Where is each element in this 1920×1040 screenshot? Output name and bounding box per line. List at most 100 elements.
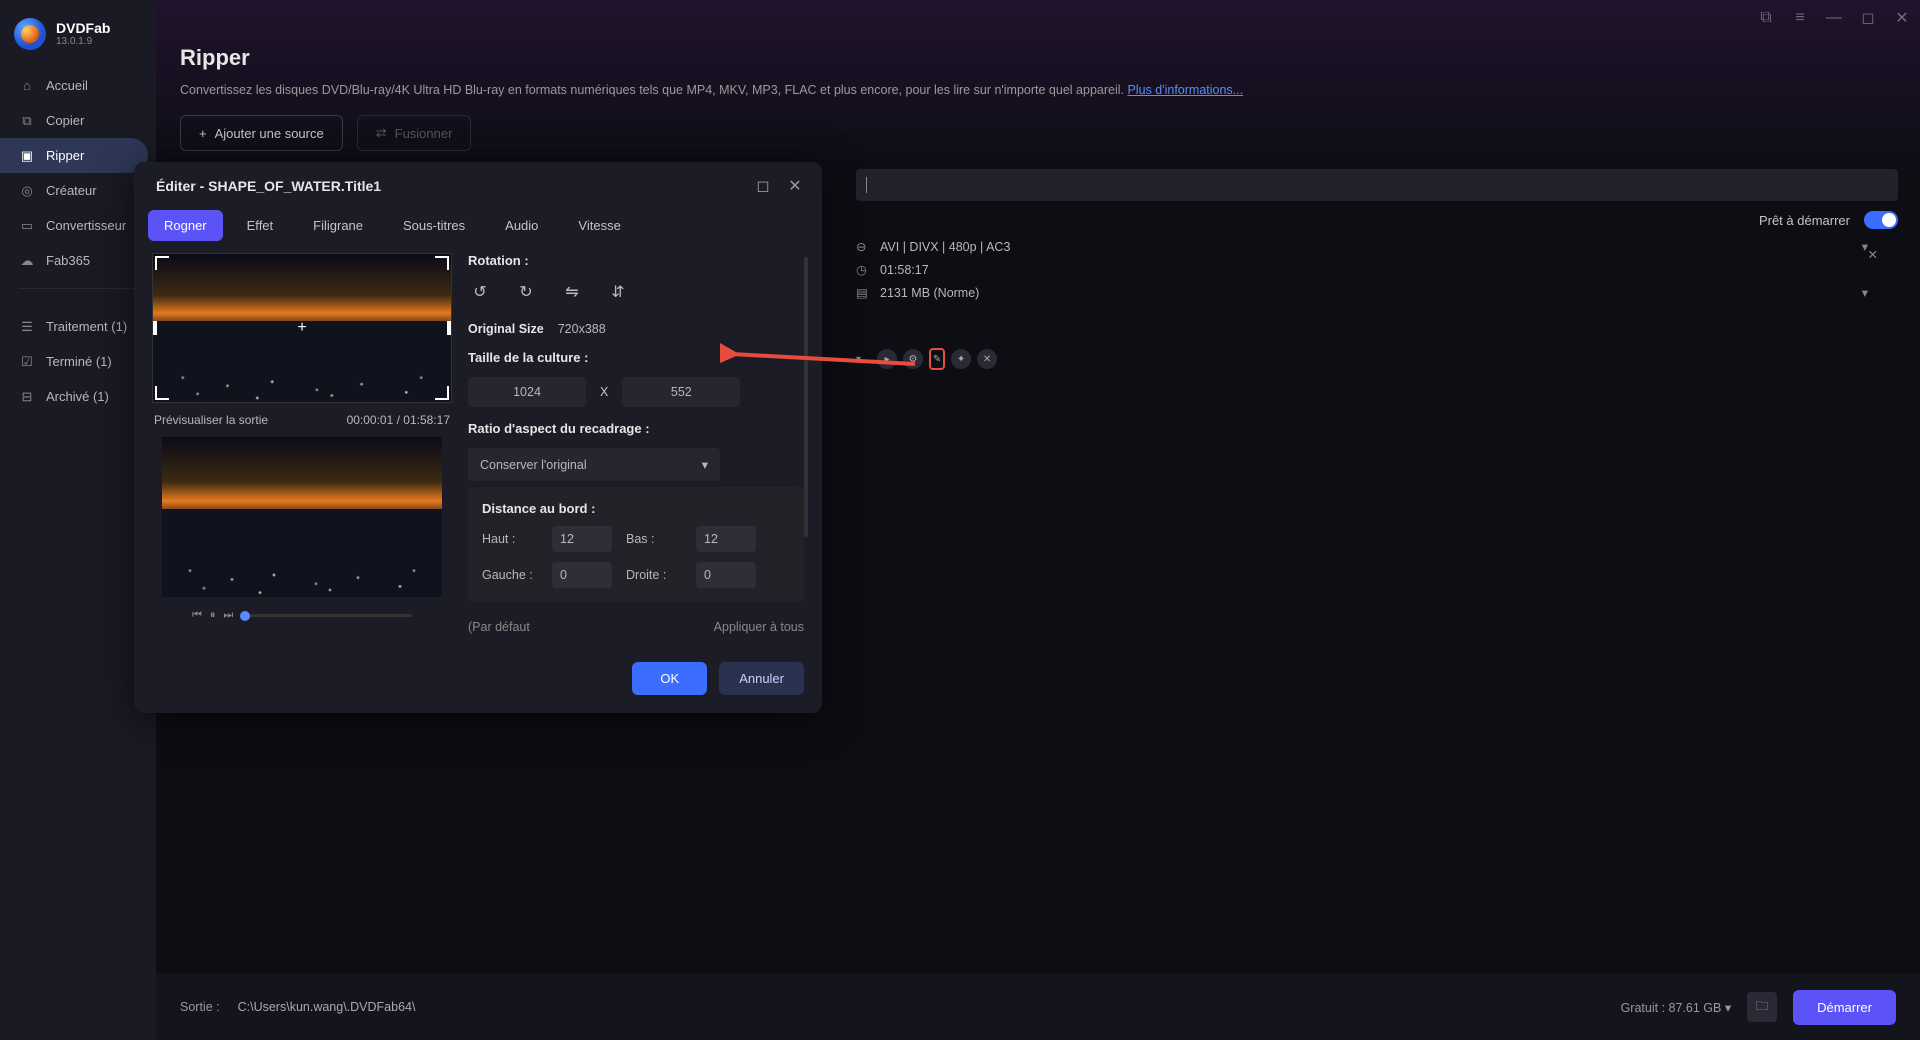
tab-audio[interactable]: Audio (489, 210, 554, 241)
tab-soustitres[interactable]: Sous-titres (387, 210, 481, 241)
remove-button[interactable]: ✕ (977, 349, 997, 369)
chevron-down-icon[interactable]: ▾ (856, 354, 861, 365)
chevron-down-icon: ▾ (1862, 285, 1868, 300)
edge-left-input[interactable] (552, 562, 612, 588)
aspect-ratio-select[interactable]: Conserver l'original▾ (468, 448, 720, 481)
tab-filigrane[interactable]: Filigrane (297, 210, 379, 241)
edge-distance-box: Distance au bord : Haut : Bas : Gauche :… (468, 487, 804, 602)
merge-button[interactable]: ⇄Fusionner (357, 115, 472, 151)
tab-vitesse[interactable]: Vitesse (562, 210, 636, 241)
sidebar-item-archive[interactable]: ⊟Archivé (1) (0, 379, 148, 414)
default-button[interactable]: (Par défaut (468, 620, 530, 634)
list-icon: ☰ (20, 320, 34, 334)
rotate-left-icon[interactable]: ↺ (468, 280, 492, 304)
sidebar-item-label: Fab365 (46, 253, 90, 268)
aspect-ratio-label: Ratio d'aspect du recadrage : (468, 421, 804, 436)
scrollbar[interactable] (804, 257, 808, 537)
sidebar-item-label: Archivé (1) (46, 389, 109, 404)
rotation-label: Rotation : (468, 253, 804, 268)
preview-label: Prévisualiser la sortie (154, 413, 268, 427)
sidebar-item-copier[interactable]: ⧉ Copier (0, 103, 148, 138)
flip-vertical-icon[interactable]: ⇵ (606, 280, 630, 304)
page-header: Ripper Convertissez les disques DVD/Blu-… (156, 0, 1920, 169)
edge-left-label: Gauche : (482, 568, 538, 582)
sidebar: DVDFab 13.0.1.9 ⌂Accueil ⧉Copier ▣Ripper… (0, 0, 156, 1040)
crop-size-label: Taille de la culture : (468, 350, 804, 365)
crop-width-input[interactable] (468, 377, 586, 407)
sidebar-item-label: Ripper (46, 148, 84, 163)
pause-button[interactable]: ⏸ (210, 609, 216, 622)
disk-icon: ▤ (856, 285, 870, 300)
merge-icon: ⇄ (376, 125, 387, 141)
sidebar-item-ripper[interactable]: ▣ Ripper (0, 138, 148, 173)
original-size-value: 720x388 (558, 322, 606, 336)
size-line[interactable]: ▤2131 MB (Norme)▾ (856, 285, 1898, 300)
ripper-icon: ▣ (20, 149, 34, 163)
cloud-icon: ☁ (20, 254, 34, 268)
original-size-label: Original Size (468, 322, 544, 336)
ok-button[interactable]: OK (632, 662, 707, 695)
prev-frame-button[interactable]: ⏮ (192, 609, 202, 622)
output-label: Sortie : (180, 1000, 220, 1014)
edge-distance-label: Distance au bord : (482, 501, 790, 516)
rotate-right-icon[interactable]: ↻ (514, 280, 538, 304)
settings-button[interactable]: ⚙ (903, 349, 923, 369)
item-close-icon[interactable]: ✕ (1868, 247, 1878, 262)
modal-maximize-icon[interactable]: ◻ (756, 179, 770, 193)
convert-icon: ▭ (20, 219, 34, 233)
flip-horizontal-icon[interactable]: ⇋ (560, 280, 584, 304)
add-source-button[interactable]: +Ajouter une source (180, 115, 343, 151)
modal-close-icon[interactable]: ✕ (788, 179, 802, 193)
settings-panel: Rotation : ↺ ↻ ⇋ ⇵ Original Size720x388 … (468, 253, 804, 634)
edge-right-label: Droite : (626, 568, 682, 582)
start-button[interactable]: Démarrer (1793, 990, 1896, 1025)
crop-preview[interactable]: + (152, 253, 452, 403)
page-desc: Convertissez les disques DVD/Blu-ray/4K … (180, 83, 1896, 97)
item-action-row: ▾ ▸ ⚙ ✎ ✦ ✕ (856, 348, 1920, 370)
free-space-label[interactable]: Gratuit : 87.61 GB ▾ (1621, 1000, 1732, 1015)
apply-all-button[interactable]: Appliquer à tous (714, 620, 804, 634)
output-path[interactable]: C:\Users\kun.wang\.DVDFab64\ (238, 1000, 416, 1014)
cancel-button[interactable]: Annuler (719, 662, 804, 695)
seek-slider[interactable] (241, 614, 412, 617)
sidebar-item-label: Copier (46, 113, 84, 128)
chevron-down-icon: ▾ (702, 457, 708, 472)
plus-icon: + (199, 126, 207, 141)
tab-rogner[interactable]: Rogner (148, 210, 223, 241)
player-controls: ⏮ ⏸ ⏭ (152, 609, 452, 622)
sidebar-item-convertisseur[interactable]: ▭Convertisseur (0, 208, 148, 243)
sidebar-item-termine[interactable]: ☑ Terminé (1) (0, 344, 148, 379)
page-title: Ripper (180, 45, 1896, 71)
duration-line: ◷01:58:17 (856, 262, 1898, 277)
sidebar-item-fab365[interactable]: ☁ Fab365 (0, 243, 148, 278)
edit-button[interactable]: ✎ (929, 348, 945, 370)
logo-icon (14, 18, 46, 50)
sidebar-item-accueil[interactable]: ⌂ Accueil (0, 68, 148, 103)
x-separator: X (600, 385, 608, 399)
preview-panel: + Prévisualiser la sortie 00:00:01 / 01:… (152, 253, 452, 634)
next-frame-button[interactable]: ⏭ (223, 609, 233, 622)
edge-bottom-input[interactable] (696, 526, 756, 552)
sidebar-item-label: Terminé (1) (46, 354, 112, 369)
tab-effet[interactable]: Effet (231, 210, 290, 241)
sidebar-item-createur[interactable]: ◎Créateur (0, 173, 148, 208)
ready-toggle[interactable] (1864, 211, 1898, 229)
format-line[interactable]: ⊖AVI | DIVX | 480p | AC3▾ (856, 239, 1898, 254)
crop-height-input[interactable] (622, 377, 740, 407)
copy-icon: ⧉ (20, 114, 34, 128)
check-icon: ☑ (20, 355, 34, 369)
play-button[interactable]: ▸ (877, 349, 897, 369)
home-icon: ⌂ (20, 79, 34, 93)
ready-label: Prêt à démarrer (1759, 213, 1850, 228)
more-info-link[interactable]: Plus d'informations... (1127, 83, 1243, 97)
modal-tabs: Rogner Effet Filigrane Sous-titres Audio… (134, 202, 822, 253)
sidebar-item-traitement[interactable]: ☰ Traitement (1) (0, 309, 148, 344)
search-input[interactable] (856, 169, 1898, 201)
open-folder-button[interactable]: 🗀 (1747, 992, 1777, 1022)
info-button[interactable]: ✦ (951, 349, 971, 369)
edge-top-input[interactable] (552, 526, 612, 552)
edge-right-input[interactable] (696, 562, 756, 588)
sidebar-item-label: Accueil (46, 78, 88, 93)
sidebar-item-label: Créateur (46, 183, 97, 198)
sidebar-item-label: Traitement (1) (46, 319, 127, 334)
